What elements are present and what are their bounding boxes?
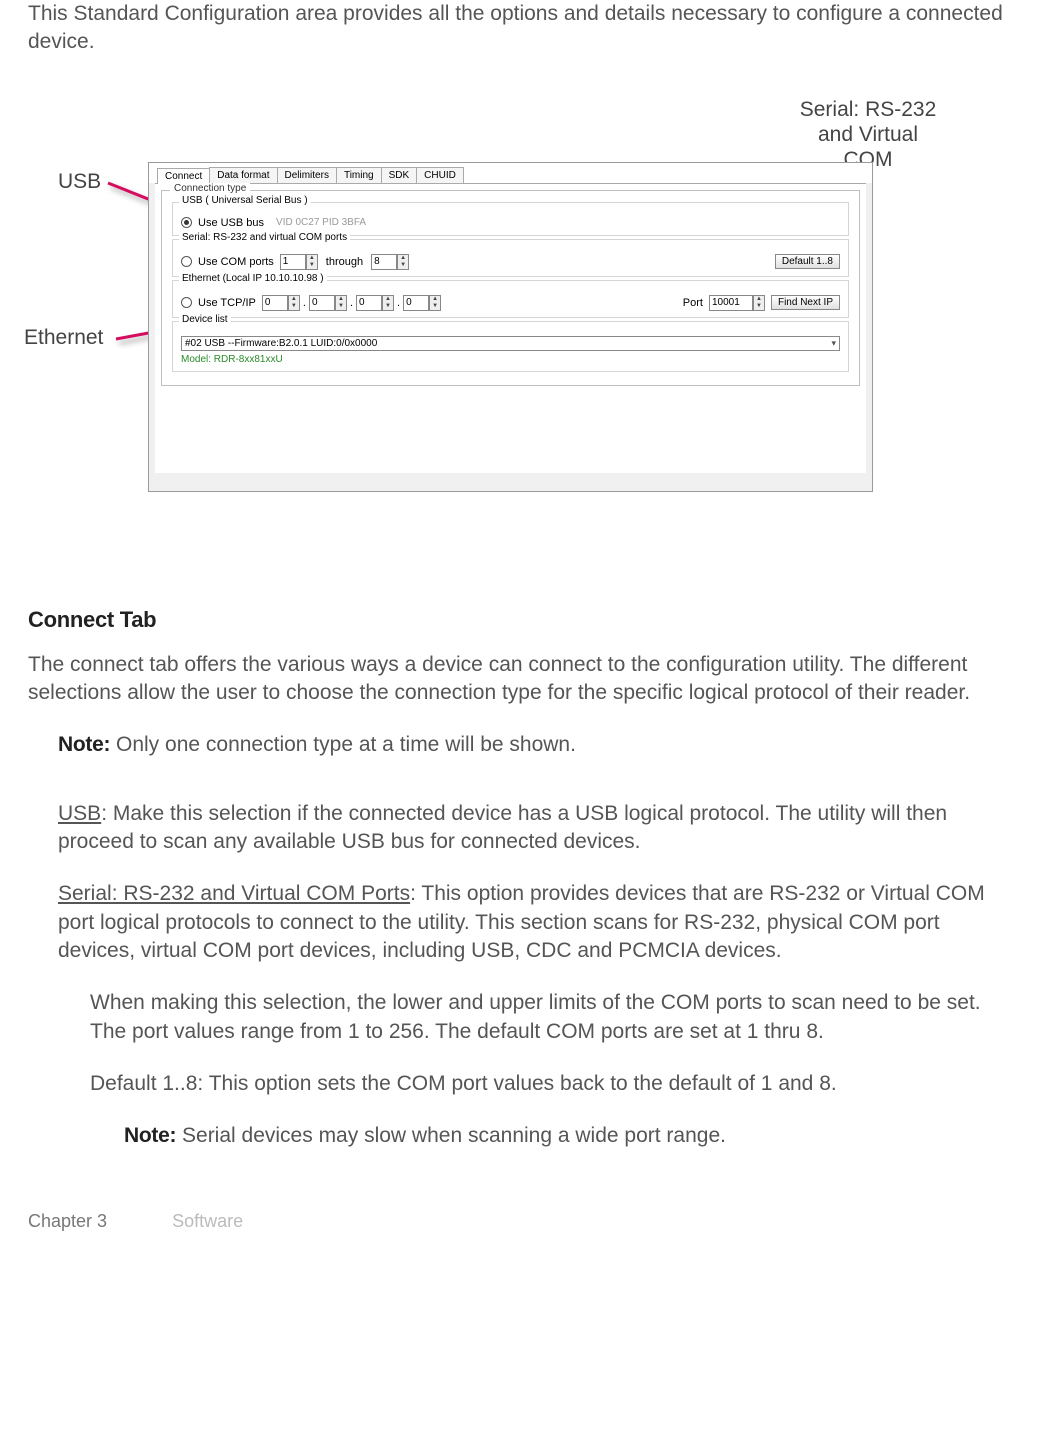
device-list-value: #02 USB --Firmware:B2.0.1 LUID:0/0x0000: [185, 338, 377, 349]
note1-label: Note:: [58, 733, 110, 756]
serial-subgroup: Serial: RS-232 and virtual COM ports Use…: [172, 239, 849, 277]
note1-text: Only one connection type at a time will …: [110, 733, 576, 756]
through-label: through: [326, 256, 363, 268]
device-list-title: Device list: [179, 314, 231, 325]
find-next-ip-button[interactable]: Find Next IP: [771, 295, 840, 310]
device-list-dropdown[interactable]: #02 USB --Firmware:B2.0.1 LUID:0/0x0000: [181, 336, 840, 351]
p1: The connect tab offers the various ways …: [28, 651, 1009, 708]
diagram-area: USB Serial: RS-232 and Virtual COM Ether…: [28, 107, 1009, 507]
callout-serial-l1: Serial: RS-232: [768, 97, 968, 122]
tab-timing[interactable]: Timing: [336, 167, 382, 183]
eth-radio-label: Use TCP/IP: [198, 297, 256, 309]
ip-c-spin[interactable]: ▲▼: [382, 295, 394, 311]
com-to-input[interactable]: 8: [371, 254, 397, 270]
ethernet-subgroup: Ethernet (Local IP 10.10.10.98 ) Use TCP…: [172, 280, 849, 318]
note-1: Note: Only one connection type at a time…: [58, 731, 1009, 759]
radio-use-usb[interactable]: [181, 217, 192, 228]
usb-paragraph: USB: Make this selection if the connecte…: [58, 800, 1009, 857]
ip-b-input[interactable]: 0: [309, 295, 335, 311]
usb-subgroup: USB ( Universal Serial Bus ) Use USB bus…: [172, 202, 849, 236]
com-from-input[interactable]: 1: [280, 254, 306, 270]
serial-sub-title: Serial: RS-232 and virtual COM ports: [179, 232, 350, 243]
tabs-row: Connect Data format Delimiters Timing SD…: [149, 163, 872, 183]
default-1-8-button[interactable]: Default 1..8: [775, 254, 840, 269]
footer-section: Software: [172, 1211, 243, 1231]
config-window: Connect Data format Delimiters Timing SD…: [148, 162, 873, 492]
radio-use-tcpip[interactable]: [181, 297, 192, 308]
serial-sub2: Default 1..8: This option sets the COM p…: [90, 1070, 1009, 1098]
usb-underline: USB: [58, 802, 101, 825]
connection-type-title: Connection type: [170, 183, 250, 194]
usb-body: : Make this selection if the connected d…: [58, 802, 947, 853]
ip-a-spin[interactable]: ▲▼: [288, 295, 300, 311]
serial-paragraph: Serial: RS-232 and Virtual COM Ports: Th…: [58, 880, 1009, 965]
usb-sub-title: USB ( Universal Serial Bus ): [179, 195, 311, 206]
tab-delimiters[interactable]: Delimiters: [277, 167, 337, 183]
ip-d-input[interactable]: 0: [403, 295, 429, 311]
usb-radio-label: Use USB bus: [198, 217, 264, 229]
callout-serial-l2: and Virtual: [768, 122, 968, 147]
radio-use-com[interactable]: [181, 256, 192, 267]
connection-type-group: Connection type USB ( Universal Serial B…: [161, 190, 860, 386]
eth-sub-title: Ethernet (Local IP 10.10.10.98 ): [179, 273, 327, 284]
serial-underline: Serial: RS-232 and Virtual COM Ports: [58, 882, 410, 905]
usb-vid-pid: VID 0C27 PID 3BFA: [276, 217, 366, 228]
tab-data-format[interactable]: Data format: [209, 167, 277, 183]
footer: Chapter 3 Software: [28, 1211, 1009, 1232]
callout-ethernet: Ethernet: [24, 325, 103, 350]
ip-a-input[interactable]: 0: [262, 295, 288, 311]
port-input[interactable]: 10001: [709, 295, 753, 311]
serial-radio-label: Use COM ports: [198, 256, 274, 268]
com-from-spinner[interactable]: ▲▼: [306, 254, 318, 270]
ip-d-spin[interactable]: ▲▼: [429, 295, 441, 311]
section-heading: Connect Tab: [28, 607, 1009, 633]
note2-label: Note:: [124, 1124, 176, 1147]
note-2: Note: Serial devices may slow when scann…: [124, 1122, 1009, 1150]
com-to-spinner[interactable]: ▲▼: [397, 254, 409, 270]
note2-text: Serial devices may slow when scanning a …: [176, 1124, 726, 1147]
callout-usb: USB: [58, 169, 101, 194]
tab-chuid[interactable]: CHUID: [416, 167, 464, 183]
port-label: Port: [683, 297, 703, 309]
ip-c-input[interactable]: 0: [356, 295, 382, 311]
tab-body: Connection type USB ( Universal Serial B…: [155, 183, 866, 473]
intro-text: This Standard Configuration area provide…: [28, 0, 1009, 57]
tab-sdk[interactable]: SDK: [381, 167, 418, 183]
model-label: Model: RDR-8xx81xxU: [181, 354, 840, 365]
device-list-subgroup: Device list #02 USB --Firmware:B2.0.1 LU…: [172, 321, 849, 372]
port-spin[interactable]: ▲▼: [753, 295, 765, 311]
footer-chapter: Chapter 3: [28, 1211, 107, 1231]
ip-b-spin[interactable]: ▲▼: [335, 295, 347, 311]
serial-sub1: When making this selection, the lower an…: [90, 989, 1009, 1046]
tab-connect[interactable]: Connect: [157, 168, 210, 184]
